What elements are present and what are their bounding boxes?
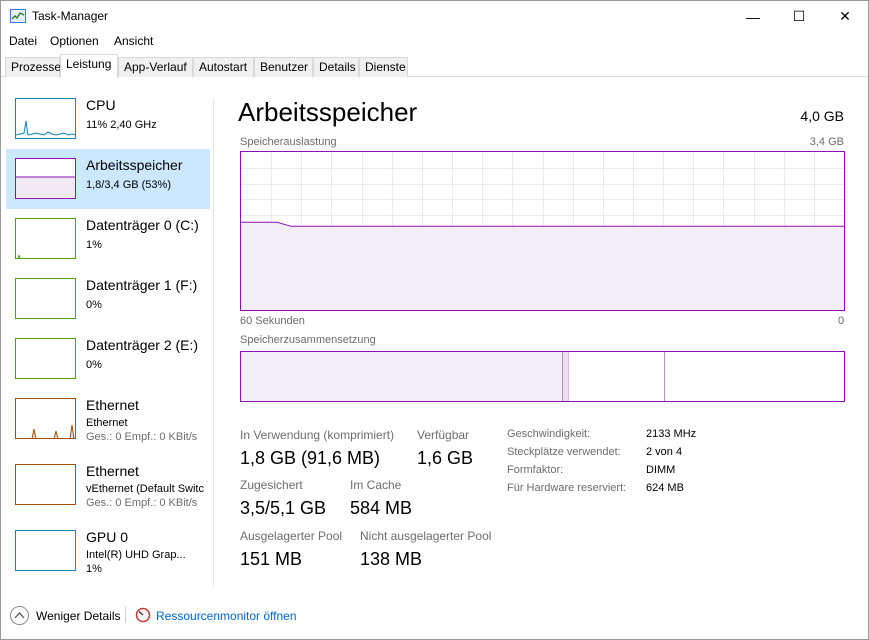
vethernet-thumbnail-graph (15, 464, 76, 505)
sidebar-item-title: Arbeitsspeicher (86, 157, 183, 173)
title-bar: Task-Manager — ☐ ✕ (1, 1, 868, 32)
available-label: Verfügbar (417, 428, 470, 442)
slots-value: 2 von 4 (646, 446, 683, 458)
speed-key: Geschwindigkeit: (507, 428, 591, 440)
tab-details[interactable]: Details (313, 57, 359, 77)
sidebar-item-subtitle: 0% (86, 299, 102, 311)
paged-pool-value: 151 MB (240, 549, 303, 569)
ethernet-thumbnail-graph (15, 398, 76, 439)
composition-label: Speicherzusammensetzung (240, 334, 376, 346)
slots-key: Steckplätze verwendet: (507, 446, 621, 458)
time-axis-start: 60 Sekunden (240, 315, 305, 327)
memory-usage-graph (240, 151, 845, 311)
composition-in-use (241, 352, 563, 401)
sidebar-item-disk-2[interactable]: Datenträger 2 (E:) 0% (6, 329, 210, 389)
menu-file[interactable]: Datei (9, 34, 37, 48)
cpu-thumbnail-graph (15, 98, 76, 139)
nonpaged-pool-value: 138 MB (360, 549, 423, 569)
sidebar-item-memory[interactable]: Arbeitsspeicher 1,8/3,4 GB (53%) (6, 149, 210, 209)
resource-monitor-icon[interactable] (135, 607, 151, 623)
committed-label: Zugesichert (240, 478, 303, 492)
close-button[interactable]: ✕ (822, 1, 868, 32)
sidebar-item-vethernet[interactable]: Ethernet vEthernet (Default Switc Ges.: … (6, 455, 210, 515)
sidebar-item-disk-1[interactable]: Datenträger 1 (F:) 0% (6, 269, 210, 329)
sidebar-divider (213, 99, 214, 587)
in-use-label: In Verwendung (komprimiert) (240, 428, 395, 442)
task-manager-icon (10, 9, 26, 23)
sidebar-item-title: Datenträger 2 (E:) (86, 337, 199, 353)
sidebar-item-throughput: Ges.: 0 Empf.: 0 KBit/s (86, 431, 198, 443)
tab-performance[interactable]: Leistung (60, 54, 118, 78)
sidebar-item-title: Datenträger 0 (C:) (86, 217, 199, 233)
tab-services[interactable]: Dienste (359, 57, 408, 77)
open-resource-monitor-link[interactable]: Ressourcenmonitor öffnen (156, 609, 297, 623)
sidebar-item-title: CPU (86, 97, 116, 113)
sidebar-item-subtitle: 11% 2,40 GHz (86, 119, 157, 131)
sidebar-item-subtitle: 1% (86, 239, 102, 251)
hardware-reserved-key: Für Hardware reserviert: (507, 482, 627, 494)
sidebar-item-subtitle: vEthernet (Default Switc (86, 483, 204, 495)
disk-0-thumbnail-graph (15, 218, 76, 259)
menu-view[interactable]: Ansicht (114, 34, 153, 48)
close-icon: ✕ (839, 8, 851, 24)
sidebar-item-ethernet[interactable]: Ethernet Ethernet Ges.: 0 Empf.: 0 KBit/… (6, 389, 210, 449)
tab-users[interactable]: Benutzer (254, 57, 313, 77)
composition-modified (563, 352, 569, 401)
memory-composition-bar (240, 351, 845, 402)
maximize-button[interactable]: ☐ (776, 1, 822, 32)
committed-value: 3,5/5,1 GB (240, 498, 327, 518)
cached-value: 584 MB (350, 498, 413, 518)
memory-thumbnail-graph (15, 158, 76, 199)
minimize-icon: — (746, 8, 760, 25)
sidebar-item-cpu[interactable]: CPU 11% 2,40 GHz (6, 89, 210, 149)
available-value: 1,6 GB (417, 448, 474, 468)
memory-usage-chart (241, 152, 844, 310)
memory-total: 4,0 GB (800, 108, 844, 124)
sidebar-item-usage: 1% (86, 563, 102, 575)
sidebar-item-title: GPU 0 (86, 529, 129, 545)
composition-standby-divider (664, 352, 665, 401)
usage-graph-label: Speicherauslastung (240, 136, 337, 148)
nonpaged-pool-label: Nicht ausgelagerter Pool (360, 529, 492, 543)
sidebar-item-subtitle: 1,8/3,4 GB (53%) (86, 179, 171, 191)
sidebar-item-title: Ethernet (86, 397, 139, 413)
menu-bar: Datei Optionen Ansicht (1, 32, 868, 52)
footer-separator (125, 607, 126, 623)
memory-usage-area (241, 222, 844, 310)
menu-options[interactable]: Optionen (50, 34, 99, 48)
maximize-icon: ☐ (792, 8, 806, 24)
tab-bar: Prozesse Leistung App-Verlauf Autostart … (1, 54, 868, 78)
sidebar-item-subtitle: Intel(R) UHD Grap... (86, 549, 186, 561)
paged-pool-label: Ausgelagerter Pool (240, 529, 343, 543)
tab-startup[interactable]: Autostart (193, 57, 254, 77)
form-factor-value: DIMM (646, 464, 676, 476)
tab-processes[interactable]: Prozesse (5, 57, 61, 77)
in-use-value: 1,8 GB (91,6 MB) (240, 448, 381, 468)
hardware-reserved-value: 624 MB (646, 482, 684, 494)
tab-app-history[interactable]: App-Verlauf (118, 57, 193, 77)
page-title: Arbeitsspeicher (238, 97, 418, 127)
disk-2-thumbnail-graph (15, 338, 76, 379)
sidebar-item-title: Ethernet (86, 463, 139, 479)
minimize-button[interactable]: — (730, 1, 776, 32)
sidebar-item-throughput: Ges.: 0 Empf.: 0 KBit/s (86, 497, 198, 509)
form-factor-key: Formfaktor: (507, 464, 564, 476)
fewer-details-link[interactable]: Weniger Details (36, 609, 120, 623)
gpu-thumbnail-graph (15, 530, 76, 571)
usage-graph-max: 3,4 GB (809, 136, 844, 148)
sidebar-item-gpu[interactable]: GPU 0 Intel(R) UHD Grap... 1% (6, 521, 210, 581)
disk-1-thumbnail-graph (15, 278, 76, 319)
cached-label: Im Cache (350, 478, 402, 492)
sidebar-item-subtitle: 0% (86, 359, 102, 371)
time-axis-end: 0 (838, 315, 845, 327)
task-manager-window: Task-Manager — ☐ ✕ Datei Optionen Ansich… (0, 0, 869, 640)
window-title: Task-Manager (32, 9, 109, 23)
speed-value: 2133 MHz (646, 428, 697, 440)
sidebar-item-subtitle: Ethernet (86, 417, 128, 429)
sidebar-item-title: Datenträger 1 (F:) (86, 277, 198, 293)
sidebar-item-disk-0[interactable]: Datenträger 0 (C:) 1% (6, 209, 210, 269)
footer: Weniger Details Ressourcenmonitor öffnen (1, 595, 868, 639)
chevron-up-icon[interactable] (10, 606, 29, 625)
